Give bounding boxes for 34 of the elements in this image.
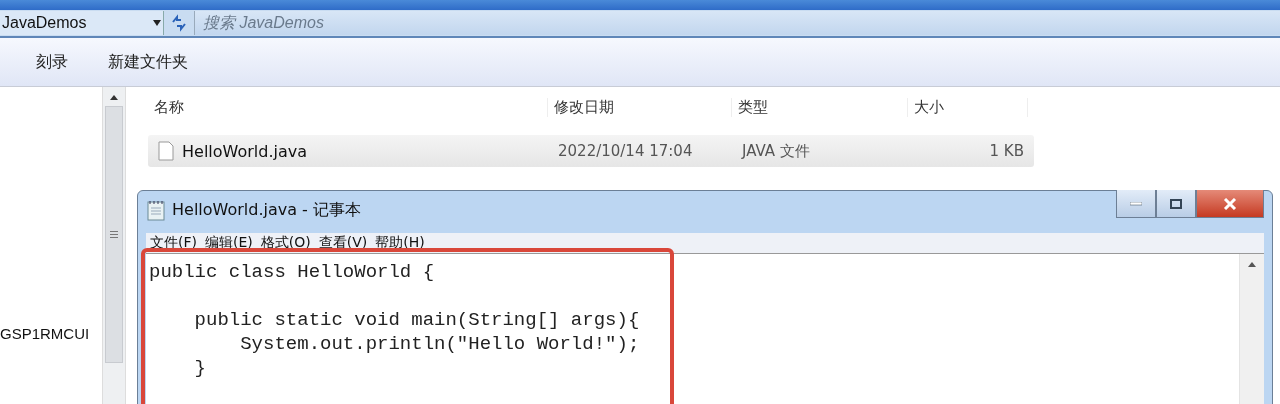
close-icon	[1223, 197, 1237, 210]
menu-item[interactable]: 帮助(H)	[375, 234, 425, 252]
document-icon	[158, 141, 174, 161]
column-header[interactable]: 修改日期	[548, 97, 732, 117]
minimize-icon	[1130, 201, 1142, 206]
column-header[interactable]: 类型	[732, 97, 908, 117]
scrollbar[interactable]	[1239, 254, 1264, 404]
maximize-button[interactable]	[1156, 190, 1196, 218]
close-button[interactable]	[1196, 190, 1264, 218]
notepad-icon	[146, 199, 166, 221]
nav-item[interactable]: GSP1RMCUI	[0, 325, 102, 342]
path-dropdown[interactable]: JavaDemos	[0, 11, 164, 35]
scrollbar[interactable]	[102, 87, 126, 404]
file-size: 1 KB	[989, 142, 1024, 160]
maximize-icon	[1170, 198, 1182, 209]
path-text: JavaDemos	[2, 14, 87, 32]
refresh-icon[interactable]	[170, 14, 188, 32]
toolbar-button[interactable]: 刻录	[36, 51, 68, 73]
window-title: HelloWorld.java - 记事本	[172, 199, 361, 221]
grip-icon	[110, 231, 118, 238]
search-field[interactable]: 搜索 JavaDemos	[194, 11, 1280, 35]
menu-item[interactable]: 格式(O)	[260, 234, 311, 252]
column-header[interactable]: 名称	[148, 97, 548, 117]
file-name: HelloWorld.java	[182, 141, 307, 161]
menu-item[interactable]: 编辑(E)	[205, 234, 253, 252]
caret-icon	[153, 20, 161, 26]
file-type: JAVA 文件	[742, 141, 810, 161]
modified-date: 2022/10/14 17:04	[558, 142, 693, 160]
menu-item[interactable]: 查看(V)	[318, 234, 368, 252]
column-header[interactable]: 大小	[908, 97, 1028, 117]
up-arrow-icon	[1248, 262, 1256, 267]
toolbar-button[interactable]: 新建文件夹	[108, 51, 188, 73]
file-row[interactable]: HelloWorld.java 2022/10/14 17:04 JAVA 文件 1 KB	[148, 135, 1034, 167]
up-arrow-icon	[110, 95, 118, 100]
